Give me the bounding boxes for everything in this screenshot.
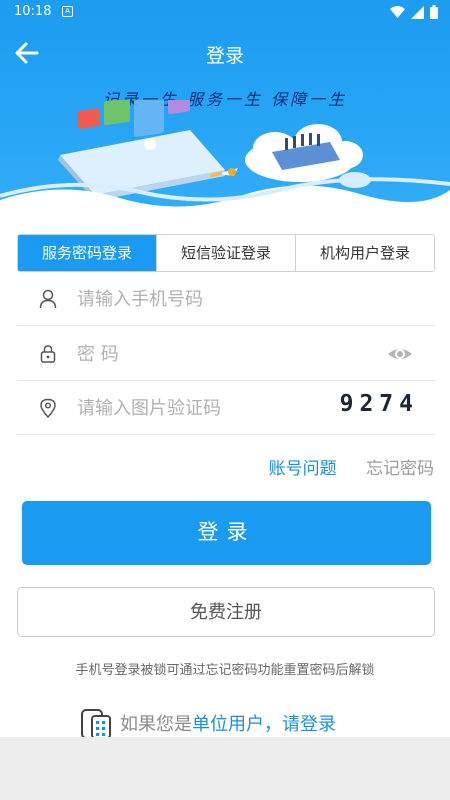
- banner-illustration: [0, 100, 450, 225]
- captcha-field: 9274: [17, 381, 435, 435]
- building-icon: [81, 709, 111, 739]
- login-mode-tabs: 服务密码登录 短信验证登录 机构用户登录: [17, 234, 435, 272]
- status-time: 10:18: [14, 4, 52, 19]
- unlock-notice: 手机号登录被锁可通过忘记密码功能重置密码后解锁: [75, 663, 375, 678]
- tab-organization-user[interactable]: 机构用户登录: [295, 235, 434, 271]
- header: 10:18 A 登录 记录一生 服务一生 保障一生: [0, 0, 450, 225]
- lock-icon: [40, 345, 56, 363]
- tab-sms-verification[interactable]: 短信验证登录: [156, 235, 295, 271]
- status-icons: [390, 5, 438, 19]
- password-field: [17, 327, 435, 381]
- wifi-icon: [390, 5, 405, 18]
- bottom-bar: [0, 737, 450, 800]
- account-links: 账号问题 忘记密码: [269, 454, 434, 479]
- phone-input[interactable]: [77, 286, 337, 312]
- unit-login-row: 如果您是 单位用户，请登录: [80, 706, 336, 740]
- nav-bar: 登录: [0, 30, 450, 76]
- captcha-input[interactable]: [77, 395, 337, 421]
- user-icon: [39, 289, 57, 309]
- account-issue-link[interactable]: 账号问题: [269, 459, 337, 479]
- status-bar: 10:18 A: [0, 0, 450, 24]
- unit-login-link[interactable]: 单位用户，请登录: [192, 710, 336, 736]
- tab-service-password[interactable]: 服务密码登录: [18, 235, 156, 271]
- password-input[interactable]: [77, 341, 337, 367]
- captcha-image[interactable]: 9274: [340, 391, 419, 417]
- login-button[interactable]: 登录: [22, 501, 431, 565]
- notification-icon: A: [62, 6, 73, 17]
- forgot-password-link[interactable]: 忘记密码: [366, 459, 434, 479]
- register-button[interactable]: 免费注册: [17, 587, 435, 637]
- battery-icon: [430, 5, 438, 19]
- page-title: 登录: [205, 45, 244, 67]
- signal-icon: [411, 5, 424, 19]
- location-pin-icon: [40, 398, 56, 418]
- show-password-eye-icon[interactable]: [387, 343, 413, 365]
- unit-prefix-text: 如果您是: [120, 714, 192, 735]
- phone-field: [17, 272, 435, 326]
